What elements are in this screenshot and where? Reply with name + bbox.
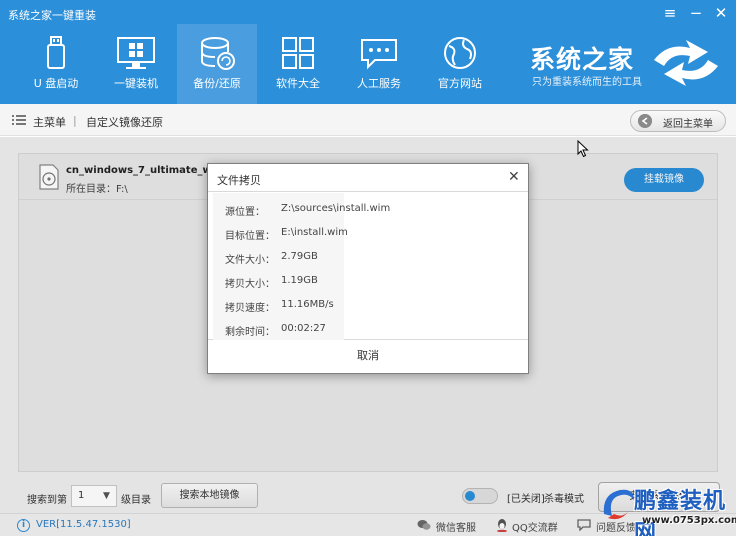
- back-button-label: 返回主菜单: [663, 119, 713, 130]
- breadcrumb-main-menu[interactable]: 主菜单: [33, 114, 66, 130]
- info-value: 11.16MB/s: [281, 299, 334, 310]
- info-value: Z:\sources\install.wim: [281, 203, 391, 214]
- database-restore-icon: [201, 37, 235, 70]
- nav-label: 人工服务: [357, 77, 401, 90]
- info-row-time-remaining: 剩余时间： 00:02:27: [208, 322, 528, 338]
- info-row-target: 目标位置： E:\install.wim: [208, 226, 528, 242]
- dialog-title: 文件拷贝: [217, 174, 261, 187]
- info-row-source: 源位置： Z:\sources\install.wim: [208, 202, 528, 218]
- brand-arrows-icon: [654, 40, 718, 86]
- info-value: 2.79GB: [281, 251, 318, 262]
- watermark-name: 鹏鑫装机网: [634, 489, 727, 536]
- info-label: 文件大小：: [225, 255, 275, 266]
- close-icon[interactable]: ✕: [711, 3, 731, 23]
- minimize-icon[interactable]: −: [686, 3, 706, 23]
- brand-logo: 系统之家: [530, 45, 635, 74]
- info-row-copied-size: 拷贝大小： 1.19GB: [208, 274, 528, 290]
- info-label: 拷贝大小：: [225, 279, 275, 290]
- cancel-button[interactable]: 取消: [328, 345, 408, 367]
- info-value: 00:02:27: [281, 323, 326, 334]
- menu-icon[interactable]: ≡: [660, 3, 680, 23]
- info-row-file-size: 文件大小： 2.79GB: [208, 250, 528, 266]
- info-value: E:\install.wim: [281, 227, 348, 238]
- mouse-cursor-icon: [577, 140, 589, 158]
- nav-label: 备份/还原: [193, 77, 241, 90]
- info-value: 1.19GB: [281, 275, 318, 286]
- nav-official-site[interactable]: 官方网站: [420, 24, 500, 104]
- usb-drive-icon: [47, 36, 65, 69]
- info-label: 剩余时间：: [225, 327, 275, 338]
- chat-bubble-icon: [361, 39, 397, 70]
- back-to-main-menu-button[interactable]: 返回主菜单: [630, 110, 726, 132]
- nav-usb-boot[interactable]: U 盘启动: [16, 24, 96, 104]
- app-grid-icon: [282, 37, 314, 69]
- brand-slogan: 只为重装系统而生的工具: [532, 77, 642, 88]
- watermark-swirl-icon: [603, 489, 634, 520]
- info-label: 目标位置：: [225, 231, 275, 242]
- app-title: 系统之家一键重装: [8, 9, 96, 22]
- nav-label: 软件大全: [276, 77, 320, 90]
- nav-one-click-install[interactable]: 一键装机: [96, 24, 176, 104]
- copy-info-panel: 源位置： Z:\sources\install.wim 目标位置： E:\ins…: [208, 191, 528, 340]
- watermark-url: www.0753px.com: [642, 515, 736, 526]
- nav-manual-service[interactable]: 人工服务: [339, 24, 419, 104]
- nav-software[interactable]: 软件大全: [258, 24, 338, 104]
- nav-label: 一键装机: [114, 77, 158, 90]
- breadcrumb: 主菜单 | 自定义镜像还原 返回主菜单: [0, 104, 736, 136]
- globe-icon: [444, 37, 476, 69]
- info-label: 拷贝速度：: [225, 303, 275, 314]
- nav-backup-restore[interactable]: 备份/还原: [177, 24, 257, 104]
- file-copy-dialog: 文件拷贝 ✕ 源位置： Z:\sources\install.wim 目标位置：…: [207, 163, 529, 374]
- breadcrumb-current: 自定义镜像还原: [86, 116, 163, 129]
- breadcrumb-separator: |: [73, 114, 77, 127]
- nav-label: U 盘启动: [33, 77, 79, 90]
- info-label: 源位置：: [225, 207, 265, 218]
- back-arrow-icon: [638, 114, 652, 128]
- app-header: 系统之家一键重装 ≡ − ✕ U 盘启动 一键装机 备份/还原 软件大全 人工服…: [0, 0, 736, 104]
- dialog-close-icon[interactable]: ✕: [508, 170, 520, 184]
- site-watermark: 鹏鑫装机网 www.0753px.com: [598, 480, 736, 536]
- windows-monitor-icon: [117, 37, 155, 69]
- info-row-copy-speed: 拷贝速度： 11.16MB/s: [208, 298, 528, 314]
- list-menu-icon: [12, 115, 26, 125]
- nav-label: 官方网站: [438, 77, 482, 90]
